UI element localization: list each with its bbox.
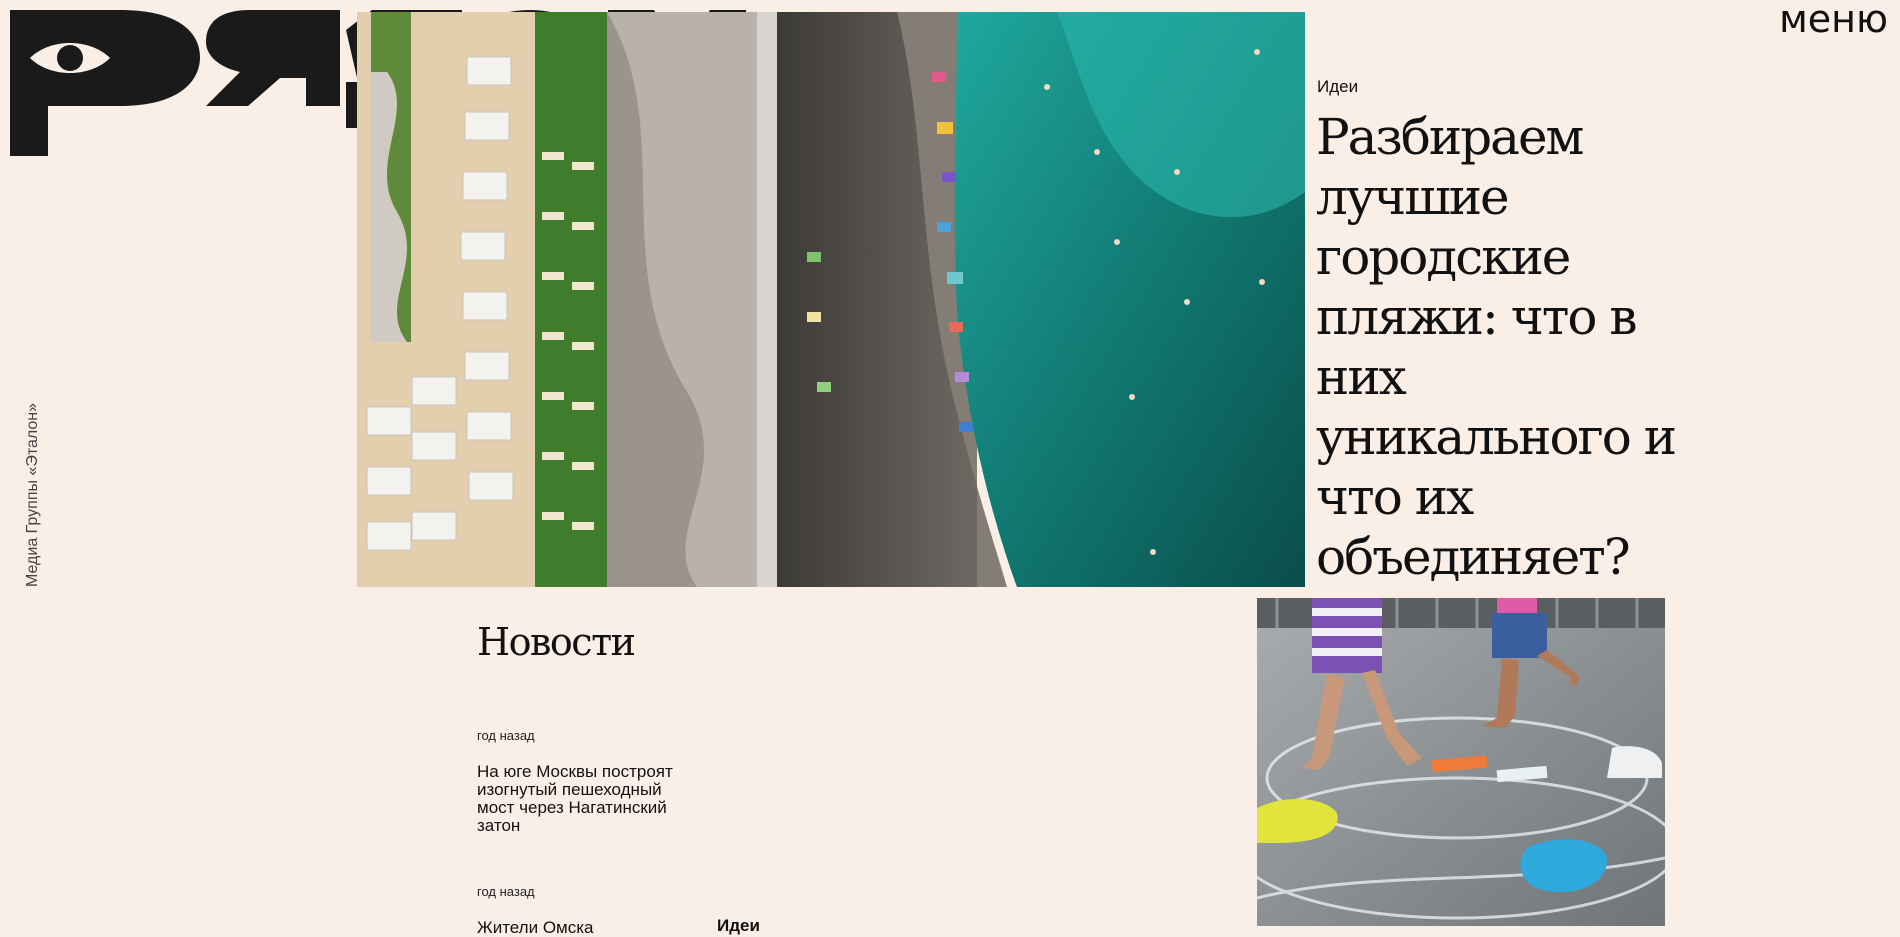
hero-title[interactable]: Разбираем лучшие городские пляжи: что в … bbox=[1316, 107, 1726, 587]
news-title[interactable]: Жители Омска bbox=[477, 919, 702, 937]
news-time: год назад bbox=[477, 884, 535, 899]
menu-button[interactable]: меню bbox=[1779, 0, 1888, 38]
article-card-image[interactable] bbox=[1257, 598, 1665, 926]
news-item[interactable]: год назад Жители Омска bbox=[477, 884, 702, 937]
news-title[interactable]: На юге Москвы построят изогнутый пешеход… bbox=[477, 763, 702, 835]
hero-category[interactable]: Идеи bbox=[1317, 77, 1358, 97]
news-heading[interactable]: Новости bbox=[477, 620, 636, 664]
hero-image[interactable] bbox=[357, 12, 1305, 587]
side-caption: Медиа Группы «Эталон» bbox=[24, 402, 41, 587]
news-time: год назад bbox=[477, 728, 535, 743]
secondary-category[interactable]: Идеи bbox=[717, 916, 760, 936]
children-playing-illustration bbox=[1257, 598, 1665, 926]
news-item[interactable]: год назад На юге Москвы построят изогнут… bbox=[477, 728, 702, 835]
beach-aerial-illustration bbox=[357, 12, 1305, 587]
